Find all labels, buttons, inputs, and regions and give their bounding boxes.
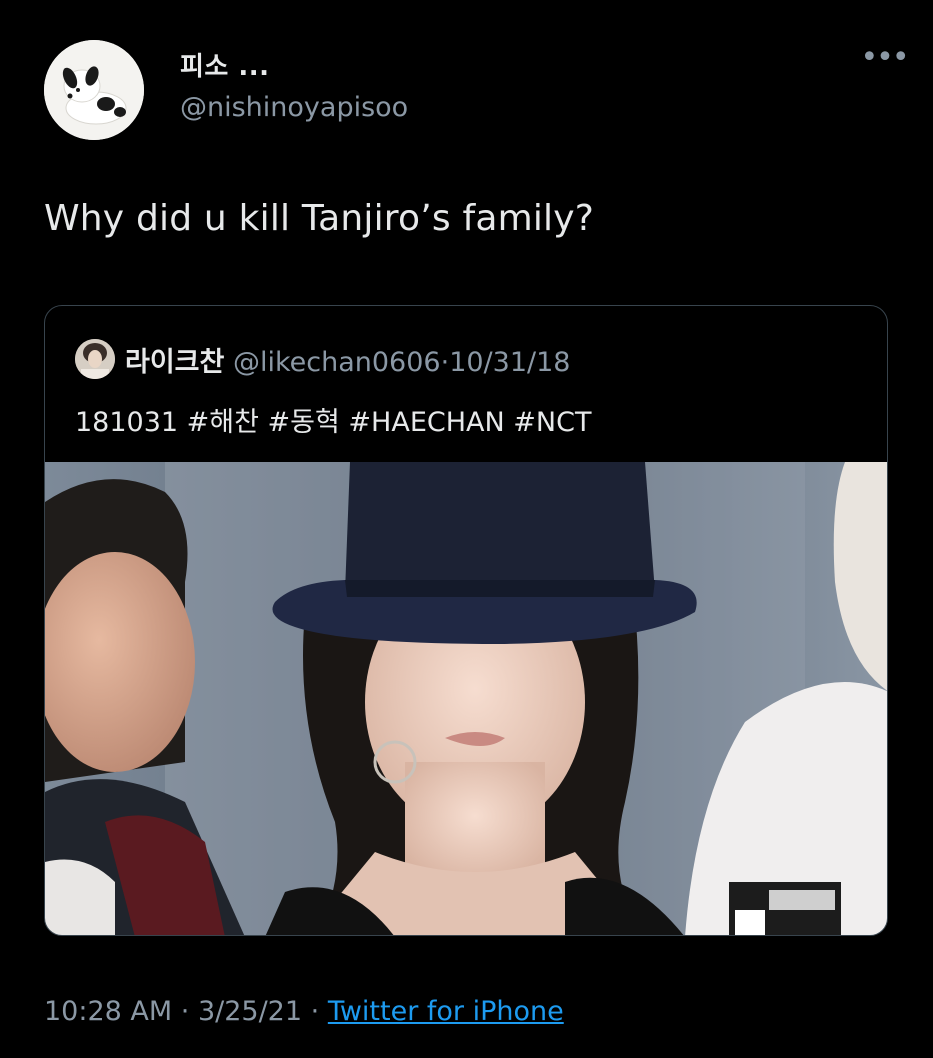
quoted-text: 181031 #해찬 #동혁 #HAECHAN #NCT [75,407,592,438]
quoted-display-name[interactable]: 라이크찬 [125,347,224,378]
tweet-footer: 10:28 AM · 3/25/21 · Twitter for iPhone [44,996,564,1027]
quoted-author-avatar[interactable] [75,339,115,379]
source-link[interactable]: Twitter for iPhone [328,996,564,1027]
tweet-date[interactable]: 3/25/21 [198,996,302,1027]
plush-dog-avatar-icon [44,40,144,140]
author-handle[interactable]: @nishinoyapisoo [180,92,408,123]
author-display-name[interactable]: 피소 ... [180,46,270,83]
tweet-time[interactable]: 10:28 AM [44,996,172,1027]
quoted-handle[interactable]: @likechan0606 [233,347,441,378]
footer-separator: · [310,996,320,1027]
quoted-header: 라이크찬 @likechan0606·10/31/18 [125,340,570,379]
tweet-header: 피소 ... @nishinoyapisoo ••• [44,40,910,140]
quoted-photo[interactable] [45,462,887,935]
more-dots-icon[interactable]: ••• [860,40,909,76]
footer-separator: · [180,996,190,1027]
quoted-date[interactable]: 10/31/18 [449,347,570,378]
quoted-avatar-icon [75,339,115,379]
photo-person-in-hat-icon [45,462,887,935]
quoted-separator: · [440,347,450,378]
tweet-text: Why did u kill Tanjiro’s family? [44,198,595,239]
author-avatar[interactable] [44,40,144,140]
quoted-tweet-card[interactable]: 라이크찬 @likechan0606·10/31/18 181031 #해찬 #… [44,305,888,936]
